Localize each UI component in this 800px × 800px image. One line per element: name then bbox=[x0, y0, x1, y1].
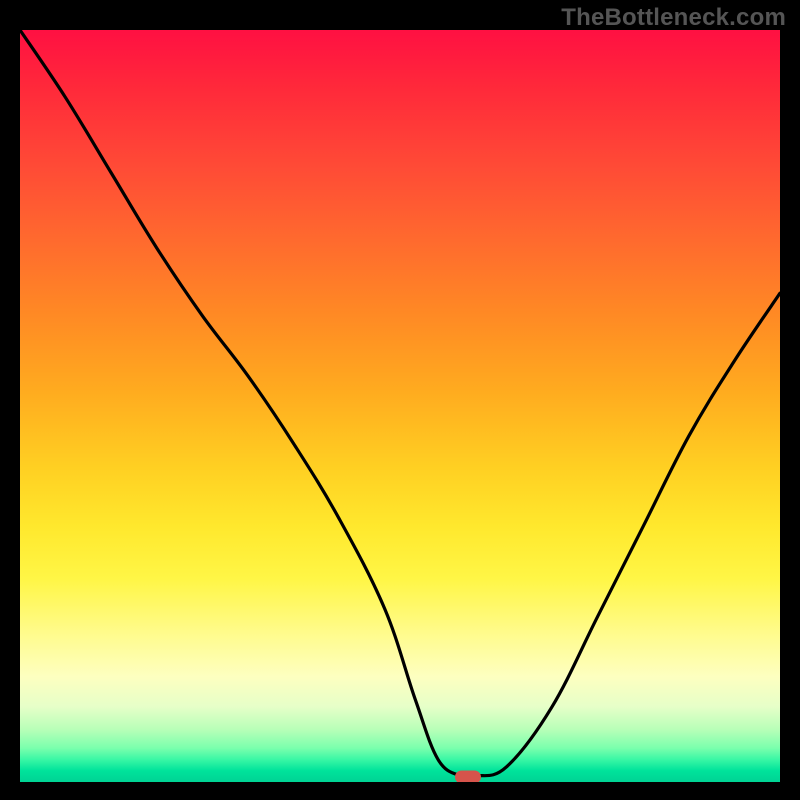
minimum-marker bbox=[455, 771, 481, 782]
bottleneck-curve bbox=[20, 30, 780, 782]
chart-frame: TheBottleneck.com bbox=[0, 0, 800, 800]
plot-area bbox=[20, 30, 780, 782]
attribution-label: TheBottleneck.com bbox=[561, 4, 786, 32]
